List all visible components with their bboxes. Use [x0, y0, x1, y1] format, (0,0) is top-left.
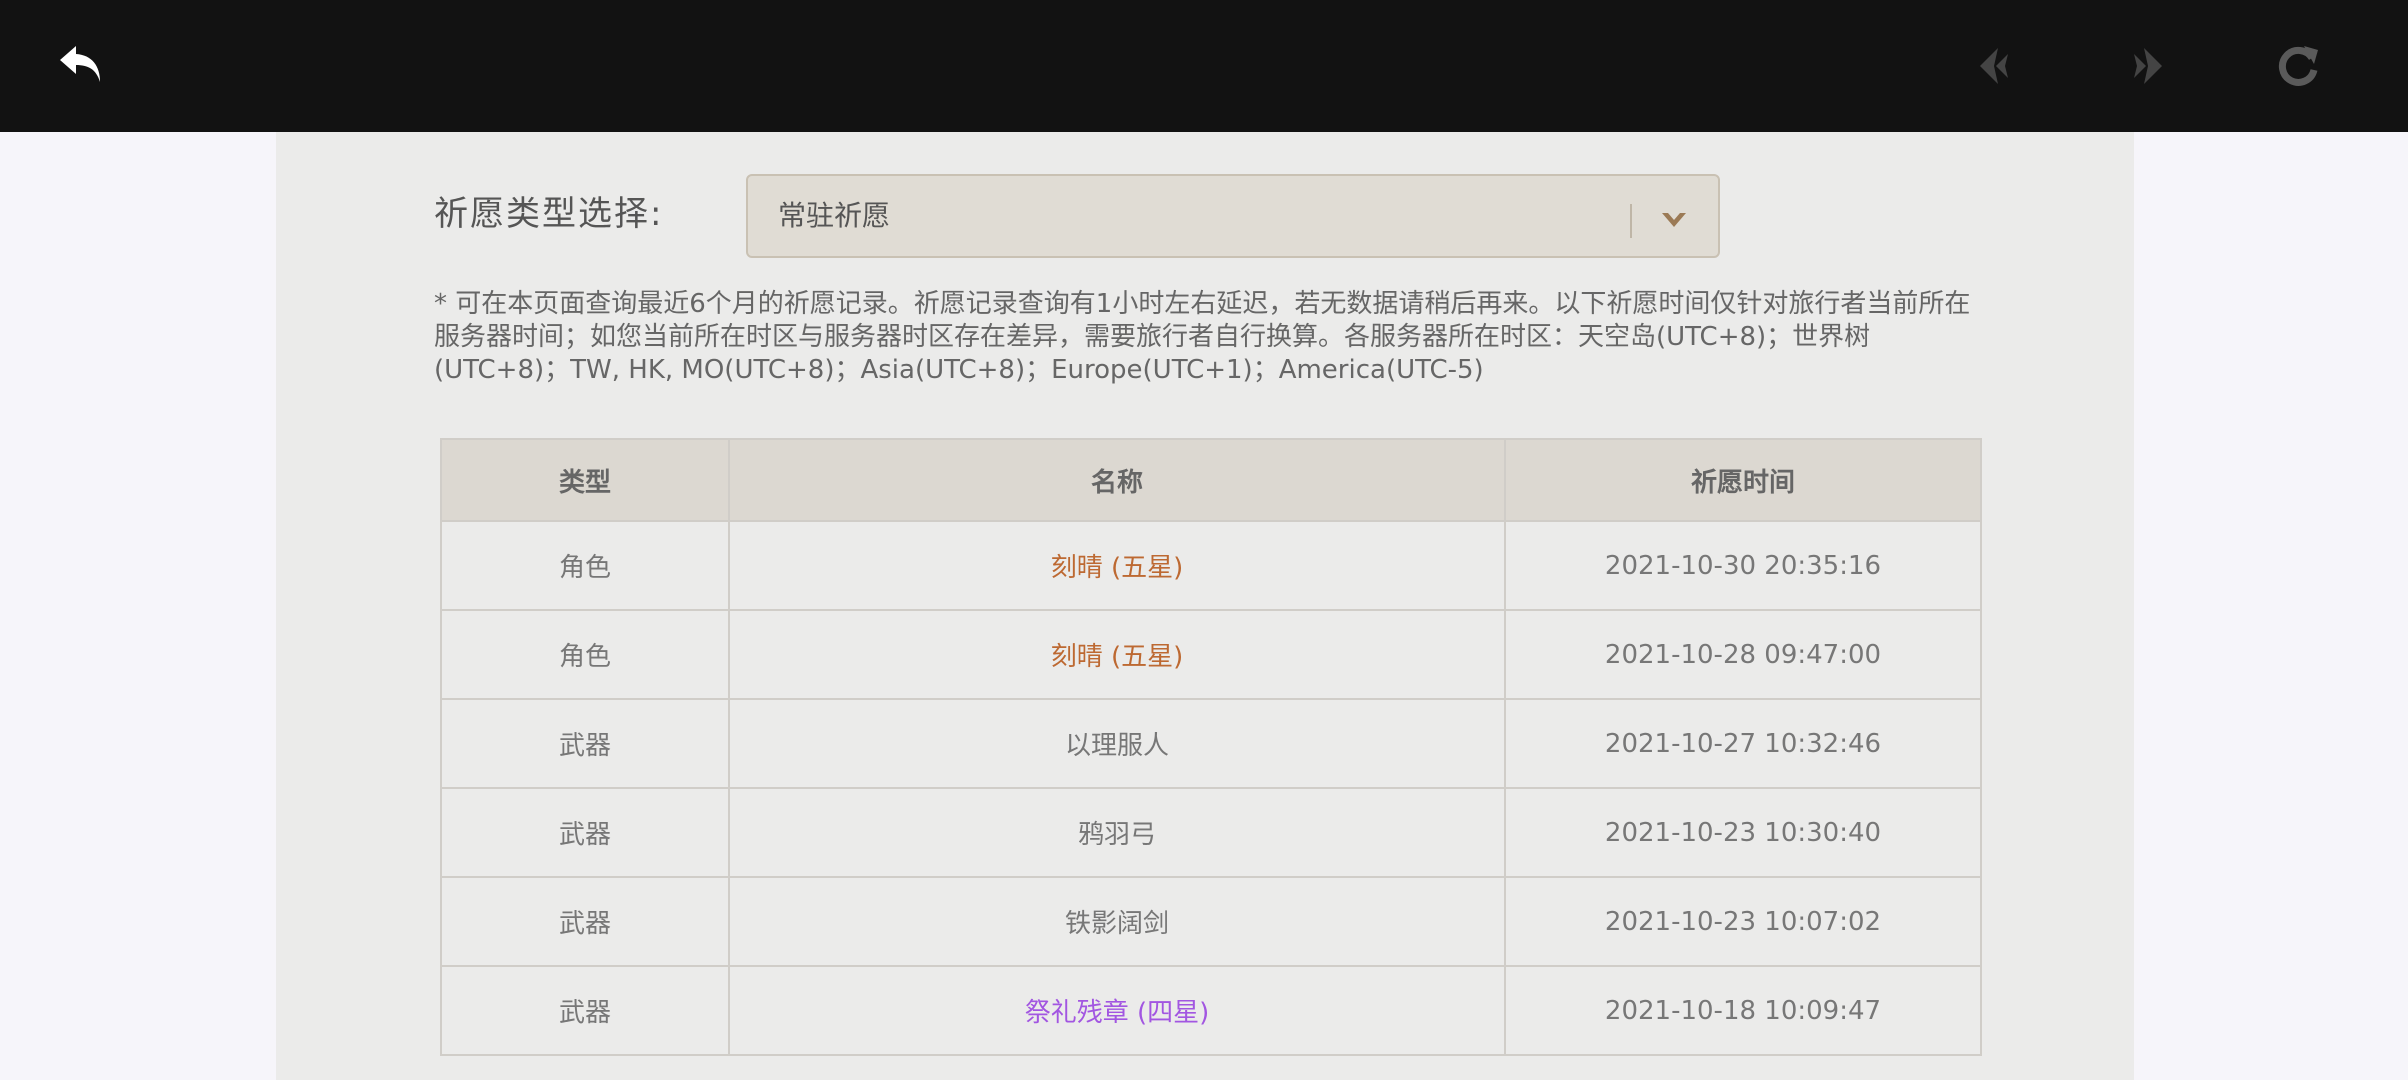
top-navigation-bar: [0, 0, 2408, 132]
cell-name: 鸦羽弓: [728, 787, 1506, 878]
prev-page-icon: [1980, 48, 2008, 84]
header-name: 名称: [728, 438, 1506, 522]
chevron-down-icon[interactable]: [1656, 202, 1692, 238]
next-page-icon: [2134, 48, 2162, 84]
wish-type-selected-value: 常驻祈愿: [778, 199, 891, 232]
cell-time: 2021-10-27 10:32:46: [1504, 698, 1982, 789]
wish-type-label: 祈愿类型选择:: [434, 194, 664, 234]
notice-text: * 可在本页面查询最近6个月的祈愿记录。祈愿记录查询有1小时左右延迟，若无数据请…: [434, 289, 1971, 385]
table-header-row: 类型 名称 祈愿时间: [440, 438, 1982, 522]
refresh-icon: [2278, 46, 2318, 86]
cell-time: 2021-10-28 09:47:00: [1504, 609, 1982, 700]
wish-history-panel: 祈愿类型选择: 常驻祈愿 * 可在本页面查询最近6个月的祈愿记录。祈愿记录查询有…: [276, 132, 2134, 1080]
cell-type: 武器: [440, 787, 730, 878]
refresh-button[interactable]: [2258, 26, 2338, 106]
back-arrow-icon: [60, 46, 100, 82]
prev-page-button[interactable]: [1958, 26, 2038, 106]
table-row: 武器 以理服人 2021-10-27 10:32:46: [440, 698, 1982, 789]
cell-name: 刻晴 (五星): [728, 609, 1506, 700]
cell-type: 武器: [440, 965, 730, 1056]
table-row: 武器 祭礼残章 (四星) 2021-10-18 10:09:47: [440, 965, 1982, 1056]
cell-time: 2021-10-23 10:30:40: [1504, 787, 1982, 878]
cell-name: 刻晴 (五星): [728, 520, 1506, 611]
table-row: 角色 刻晴 (五星) 2021-10-30 20:35:16: [440, 520, 1982, 611]
cell-type: 角色: [440, 520, 730, 611]
cell-type: 武器: [440, 698, 730, 789]
cell-name: 以理服人: [728, 698, 1506, 789]
cell-time: 2021-10-30 20:35:16: [1504, 520, 1982, 611]
cell-name: 祭礼残章 (四星): [728, 965, 1506, 1056]
select-divider: [1630, 204, 1632, 238]
header-type: 类型: [440, 438, 730, 522]
table-row: 角色 刻晴 (五星) 2021-10-28 09:47:00: [440, 609, 1982, 700]
next-page-button[interactable]: [2104, 26, 2184, 106]
cell-name: 铁影阔剑: [728, 876, 1506, 967]
back-button[interactable]: [42, 26, 122, 106]
wish-type-select[interactable]: 常驻祈愿: [746, 174, 1720, 258]
cell-type: 武器: [440, 876, 730, 967]
cell-type: 角色: [440, 609, 730, 700]
table-row: 武器 铁影阔剑 2021-10-23 10:07:02: [440, 876, 1982, 967]
table-row: 武器 鸦羽弓 2021-10-23 10:30:40: [440, 787, 1982, 878]
cell-time: 2021-10-23 10:07:02: [1504, 876, 1982, 967]
cell-time: 2021-10-18 10:09:47: [1504, 965, 1982, 1056]
header-time: 祈愿时间: [1504, 438, 1982, 522]
wish-record-table: 类型 名称 祈愿时间 角色 刻晴 (五星) 2021-10-30 20:35:1…: [440, 438, 1982, 1056]
